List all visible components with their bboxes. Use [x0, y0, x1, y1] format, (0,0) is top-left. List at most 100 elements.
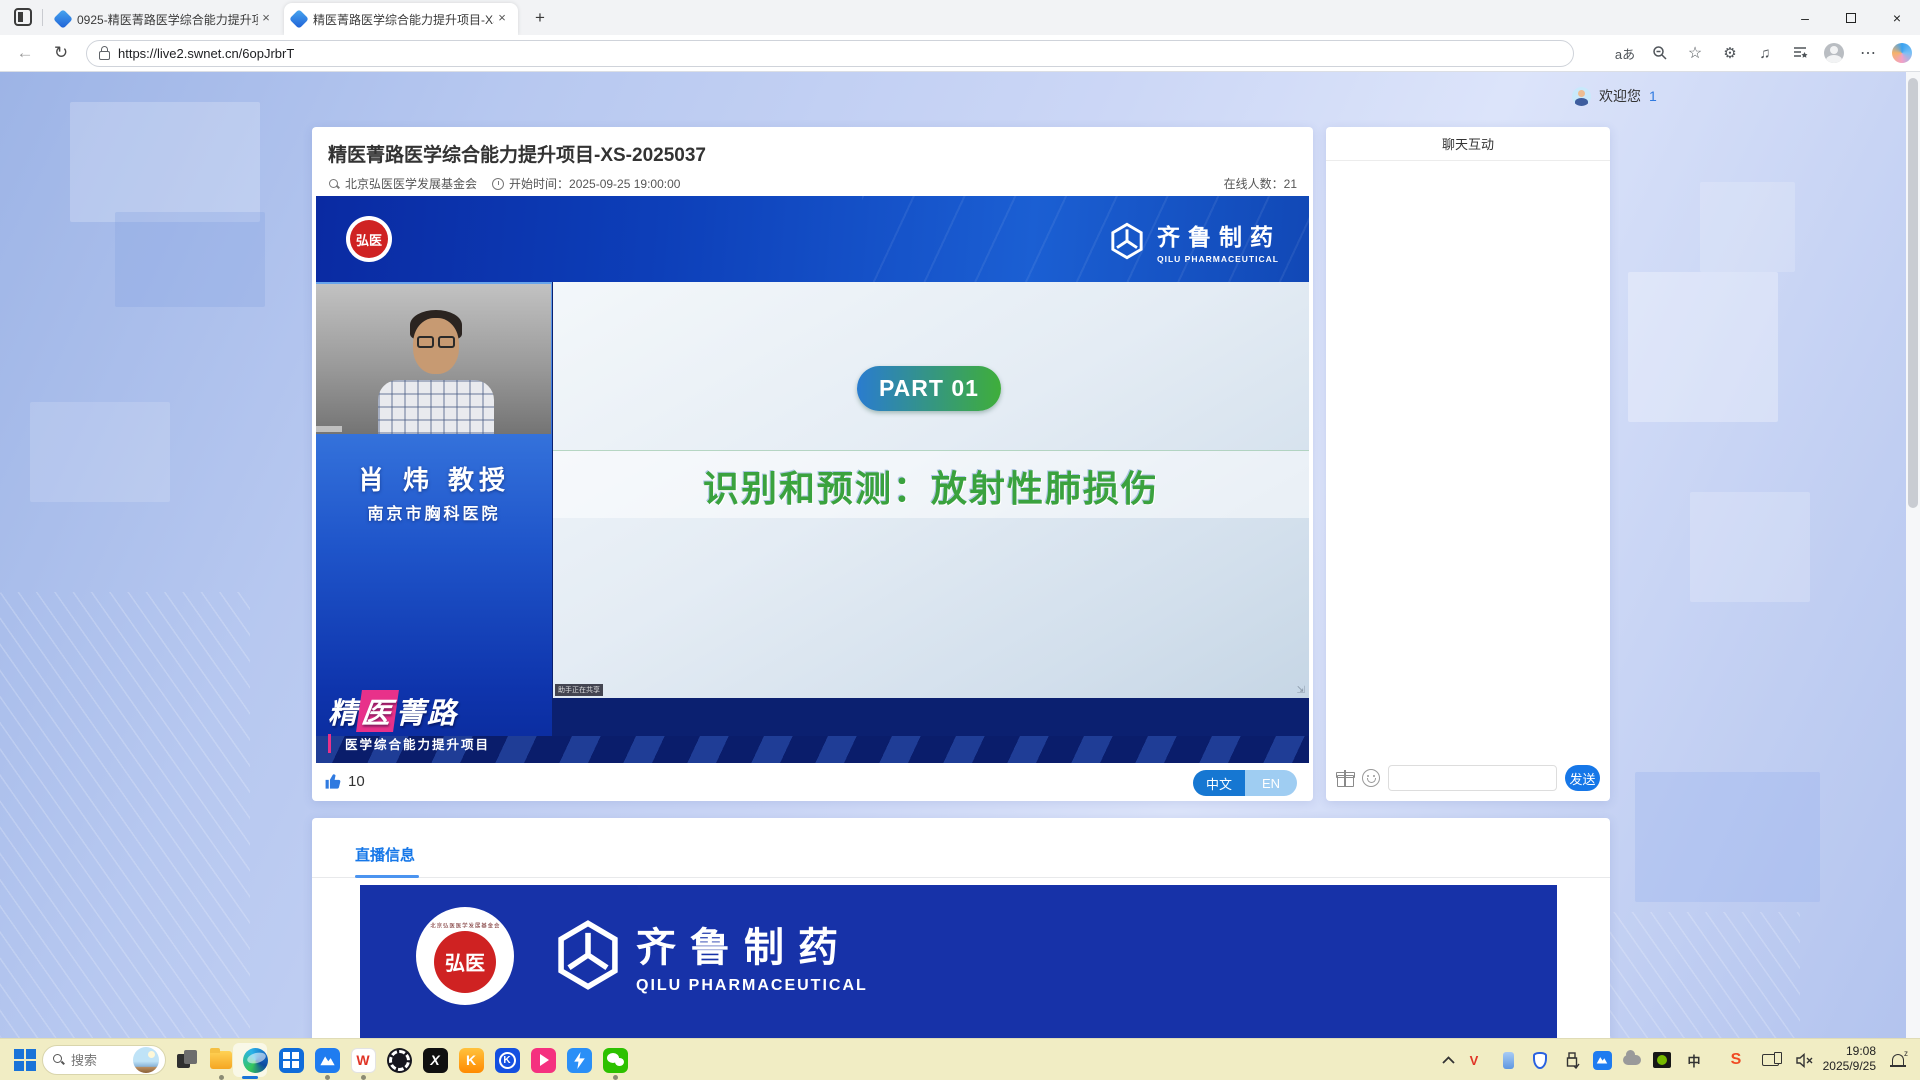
tray-usb-device-icon[interactable] — [1498, 1050, 1518, 1070]
send-button[interactable]: 发送 — [1565, 765, 1600, 791]
sponsor-name-cn: 齐鲁制药 — [636, 915, 868, 973]
start-button[interactable] — [12, 1047, 38, 1073]
tab-close-icon[interactable]: × — [258, 11, 274, 27]
divider — [312, 877, 1610, 878]
url-text[interactable]: https://live2.swnet.cn/6opJrbrT — [118, 46, 294, 61]
search-input[interactable] — [71, 1053, 127, 1068]
resize-icon[interactable]: ⇲ — [1297, 685, 1305, 696]
online-count: 在线人数：21 — [1224, 175, 1297, 192]
maximize-button[interactable] — [1828, 0, 1874, 35]
browser-tab-strip: 0925-精医菁路医学综合能力提升项目 × 精医菁路医学综合能力提升项目-XS … — [0, 0, 1920, 35]
copilot-icon[interactable] — [1892, 43, 1912, 63]
chat-input-bar: 发送 — [1326, 763, 1610, 793]
microsoft-store-icon[interactable] — [278, 1047, 304, 1073]
edge-icon[interactable] — [242, 1047, 268, 1073]
deco-rect — [1700, 182, 1795, 272]
like-button[interactable]: 10 — [324, 772, 365, 791]
taskbar-search[interactable] — [42, 1045, 166, 1075]
tab-close-icon[interactable]: × — [494, 11, 510, 27]
browser-tab-2-active[interactable]: 精医菁路医学综合能力提升项目-XS × — [284, 3, 518, 35]
tab-workspaces-icon[interactable] — [14, 8, 32, 26]
language-en-button[interactable]: EN — [1245, 770, 1297, 796]
qilu-logo: 齐鲁制药 QILU PHARMACEUTICAL — [550, 915, 868, 995]
hongyi-seal-logo: 弘医 — [346, 216, 392, 262]
chat-panel: 聊天互动 发送 — [1326, 127, 1610, 801]
obs-studio-icon[interactable] — [386, 1047, 412, 1073]
tab-live-info[interactable]: 直播信息 — [355, 844, 415, 865]
welcome-bar: 欢迎您 1 — [1572, 86, 1657, 106]
tray-remove-hardware-icon[interactable] — [1562, 1050, 1582, 1070]
close-button[interactable]: × — [1874, 0, 1920, 35]
address-bar[interactable]: https://live2.swnet.cn/6opJrbrT — [86, 40, 1574, 67]
tray-cast-device-icon[interactable] — [1760, 1050, 1780, 1070]
collections-icon[interactable] — [1789, 42, 1811, 64]
karaoke-app-icon[interactable]: K — [458, 1047, 484, 1073]
extensions-icon[interactable]: ⚙ — [1719, 42, 1741, 64]
profile-avatar[interactable] — [1824, 43, 1844, 63]
wechat-icon[interactable] — [602, 1047, 628, 1073]
deco-rect — [70, 102, 260, 222]
tray-mountain-app-icon[interactable] — [1592, 1050, 1612, 1070]
gift-icon[interactable] — [1336, 769, 1354, 787]
divider — [42, 9, 43, 26]
site-favicon — [53, 9, 73, 29]
emoji-icon[interactable] — [1362, 769, 1380, 787]
language-toggle[interactable]: 中文 EN — [1193, 770, 1297, 796]
like-count: 10 — [348, 773, 365, 790]
favorites-star-icon[interactable]: ☆ — [1684, 42, 1706, 64]
file-explorer-icon[interactable] — [208, 1047, 234, 1073]
new-tab-button[interactable]: + — [530, 8, 550, 28]
deco-rect — [30, 402, 170, 502]
video-player[interactable]: 弘医 齐鲁制药 QILU PHARMACEUTICAL — [316, 196, 1309, 763]
wps-office-icon[interactable]: W — [350, 1047, 376, 1073]
chat-message-list[interactable] — [1326, 161, 1610, 757]
tray-nvidia-icon[interactable] — [1652, 1050, 1672, 1070]
taskbar-clock[interactable]: 19:08 2025/9/25 — [1823, 1044, 1876, 1074]
notification-bell-icon[interactable] — [1890, 1051, 1906, 1067]
tray-volume-muted-icon[interactable] — [1794, 1050, 1814, 1070]
welcome-count[interactable]: 1 — [1649, 88, 1657, 104]
capcut-icon[interactable]: X — [422, 1047, 448, 1073]
speaker-glasses — [438, 336, 455, 348]
deco-rect — [115, 212, 265, 307]
mountain-app-icon[interactable] — [314, 1047, 340, 1073]
chat-input[interactable] — [1388, 765, 1557, 791]
translate-icon[interactable]: aあ — [1614, 42, 1636, 64]
kwai-app-icon[interactable]: K — [494, 1047, 520, 1073]
refresh-icon[interactable]: ↻ — [50, 43, 72, 63]
live-page: 欢迎您 1 精医菁路医学综合能力提升项目-XS-2025037 北京弘医医学发展… — [0, 72, 1920, 1038]
running-indicator — [361, 1075, 366, 1080]
qilu-logo: 齐鲁制药 QILU PHARMACEUTICAL — [1107, 218, 1281, 264]
scrollbar-thumb[interactable] — [1908, 78, 1918, 508]
minimize-button[interactable]: – — [1782, 0, 1828, 35]
window-controls: – × — [1782, 0, 1920, 35]
slide-title: 识别和预测：放射性肺损伤 — [553, 460, 1309, 512]
page-scrollbar[interactable] — [1906, 72, 1920, 1038]
settings-menu-icon[interactable]: ⋯ — [1857, 42, 1879, 64]
tray-v-app-icon[interactable]: V — [1464, 1050, 1484, 1070]
user-avatar[interactable] — [1572, 87, 1591, 106]
deco-rect — [1690, 492, 1810, 602]
browser-tab-1[interactable]: 0925-精医菁路医学综合能力提升项目 × — [48, 3, 282, 35]
speaker-panel: 肖 炜 教授 南京市胸科医院 精医菁路 医学综合能力提升项目 — [316, 282, 552, 763]
tray-security-shield-icon[interactable] — [1530, 1050, 1550, 1070]
language-cn-button[interactable]: 中文 — [1193, 770, 1245, 796]
tray-sogou-icon[interactable]: S — [1726, 1050, 1746, 1070]
blue-lightning-app-icon[interactable] — [566, 1047, 592, 1073]
sponsor-name-cn: 齐鲁制药 — [1157, 218, 1281, 252]
stream-title: 精医菁路医学综合能力提升项目-XS-2025037 — [328, 140, 1297, 167]
media-control-icon[interactable]: ♫ — [1754, 42, 1776, 64]
zoom-out-icon[interactable] — [1649, 42, 1671, 64]
tray-ime-icon[interactable]: 中 — [1684, 1050, 1704, 1070]
back-icon[interactable]: ← — [14, 43, 36, 63]
pink-video-app-icon[interactable] — [530, 1047, 556, 1073]
stream-header: 精医菁路医学综合能力提升项目-XS-2025037 北京弘医医学发展基金会 开始… — [312, 127, 1313, 196]
tray-cloud-icon[interactable] — [1622, 1050, 1642, 1070]
search-highlight-image[interactable] — [133, 1047, 159, 1073]
clock-time: 19:08 — [1823, 1044, 1876, 1059]
task-view-button[interactable] — [174, 1047, 200, 1073]
running-indicator — [613, 1075, 618, 1080]
tray-chevron-up-icon[interactable] — [1438, 1050, 1458, 1070]
brand-logo: 精医菁路 医学综合能力提升项目 — [328, 690, 490, 753]
search-icon — [53, 1054, 65, 1066]
